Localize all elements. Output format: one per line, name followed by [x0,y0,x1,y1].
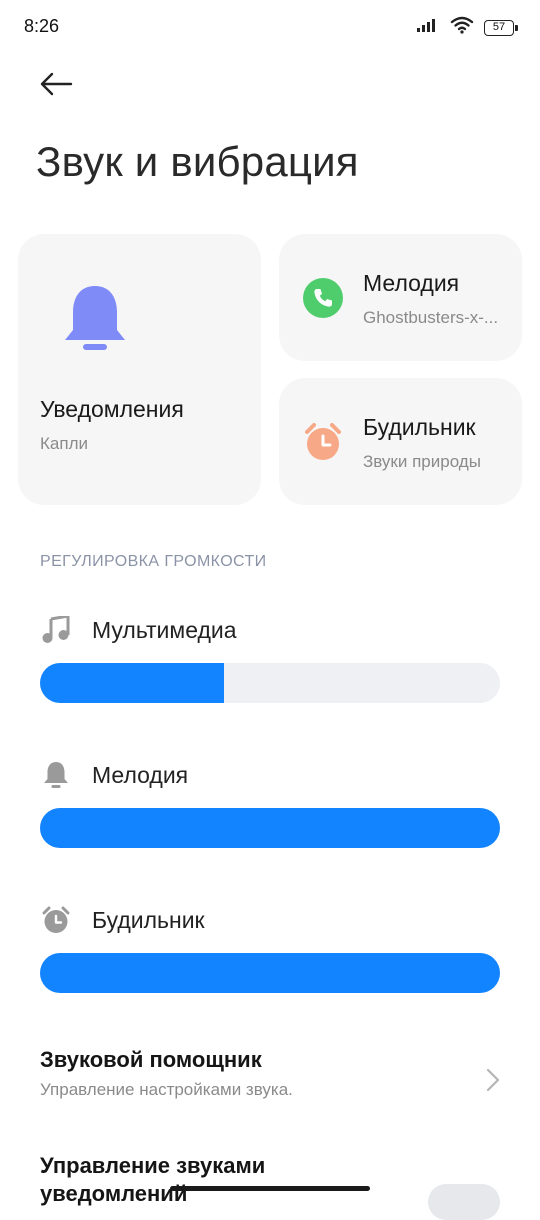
status-icons: 57 [416,16,518,39]
notifications-card[interactable]: Уведомления Капли [18,234,261,505]
battery-indicator: 57 [484,19,518,36]
music-note-icon [40,614,72,646]
ringtone-card[interactable]: Мелодия Ghostbusters-x-... [279,234,522,361]
alarm-clock-icon [303,422,343,462]
media-volume-label-row: Мультимедиа [40,614,237,646]
ringtone-volume-fill [40,808,500,848]
notifications-title: Уведомления [40,396,184,422]
ringtone-volume-slider[interactable] [40,808,500,848]
ringtone-volume-label: Мелодия [92,761,189,788]
alarm-clock-icon [40,904,72,936]
wifi-icon [450,16,474,39]
bell-icon [62,284,128,361]
alarm-card[interactable]: Будильник Звуки природы [279,378,522,505]
alarm-volume-fill [40,953,500,993]
ringtone-volume-label-row: Мелодия [40,759,188,791]
sound-assistant-item[interactable]: Звуковой помощник Управление настройками… [40,1046,500,1106]
ringtone-title: Мелодия [363,270,460,296]
media-volume-fill [40,663,224,703]
home-indicator[interactable] [170,1186,370,1191]
ringtone-subtitle: Ghostbusters-x-... [363,308,499,327]
signal-icon [416,17,440,38]
status-bar: 8:26 57 [0,0,540,56]
alarm-title: Будильник [363,414,476,440]
sound-assistant-subtitle: Управление настройками звука. [40,1080,293,1099]
chevron-right-icon [486,1068,500,1097]
phone-icon [303,278,343,318]
alarm-volume-label: Будильник [92,906,205,933]
notification-sounds-toggle[interactable] [428,1184,500,1220]
sound-assistant-title: Звуковой помощник [40,1047,262,1072]
alarm-subtitle: Звуки природы [363,452,481,471]
media-volume-slider[interactable] [40,663,500,703]
notifications-subtitle: Капли [40,434,88,453]
page-title: Звук и вибрация [36,138,359,185]
media-volume-label: Мультимедиа [92,616,237,643]
alarm-volume-slider[interactable] [40,953,500,993]
back-arrow-icon [39,72,73,101]
status-time: 8:26 [24,16,60,36]
bell-icon [40,759,72,791]
alarm-volume-label-row: Будильник [40,904,205,936]
back-button[interactable] [36,68,76,104]
volume-section-header: РЕГУЛИРОВКА ГРОМКОСТИ [40,553,267,570]
